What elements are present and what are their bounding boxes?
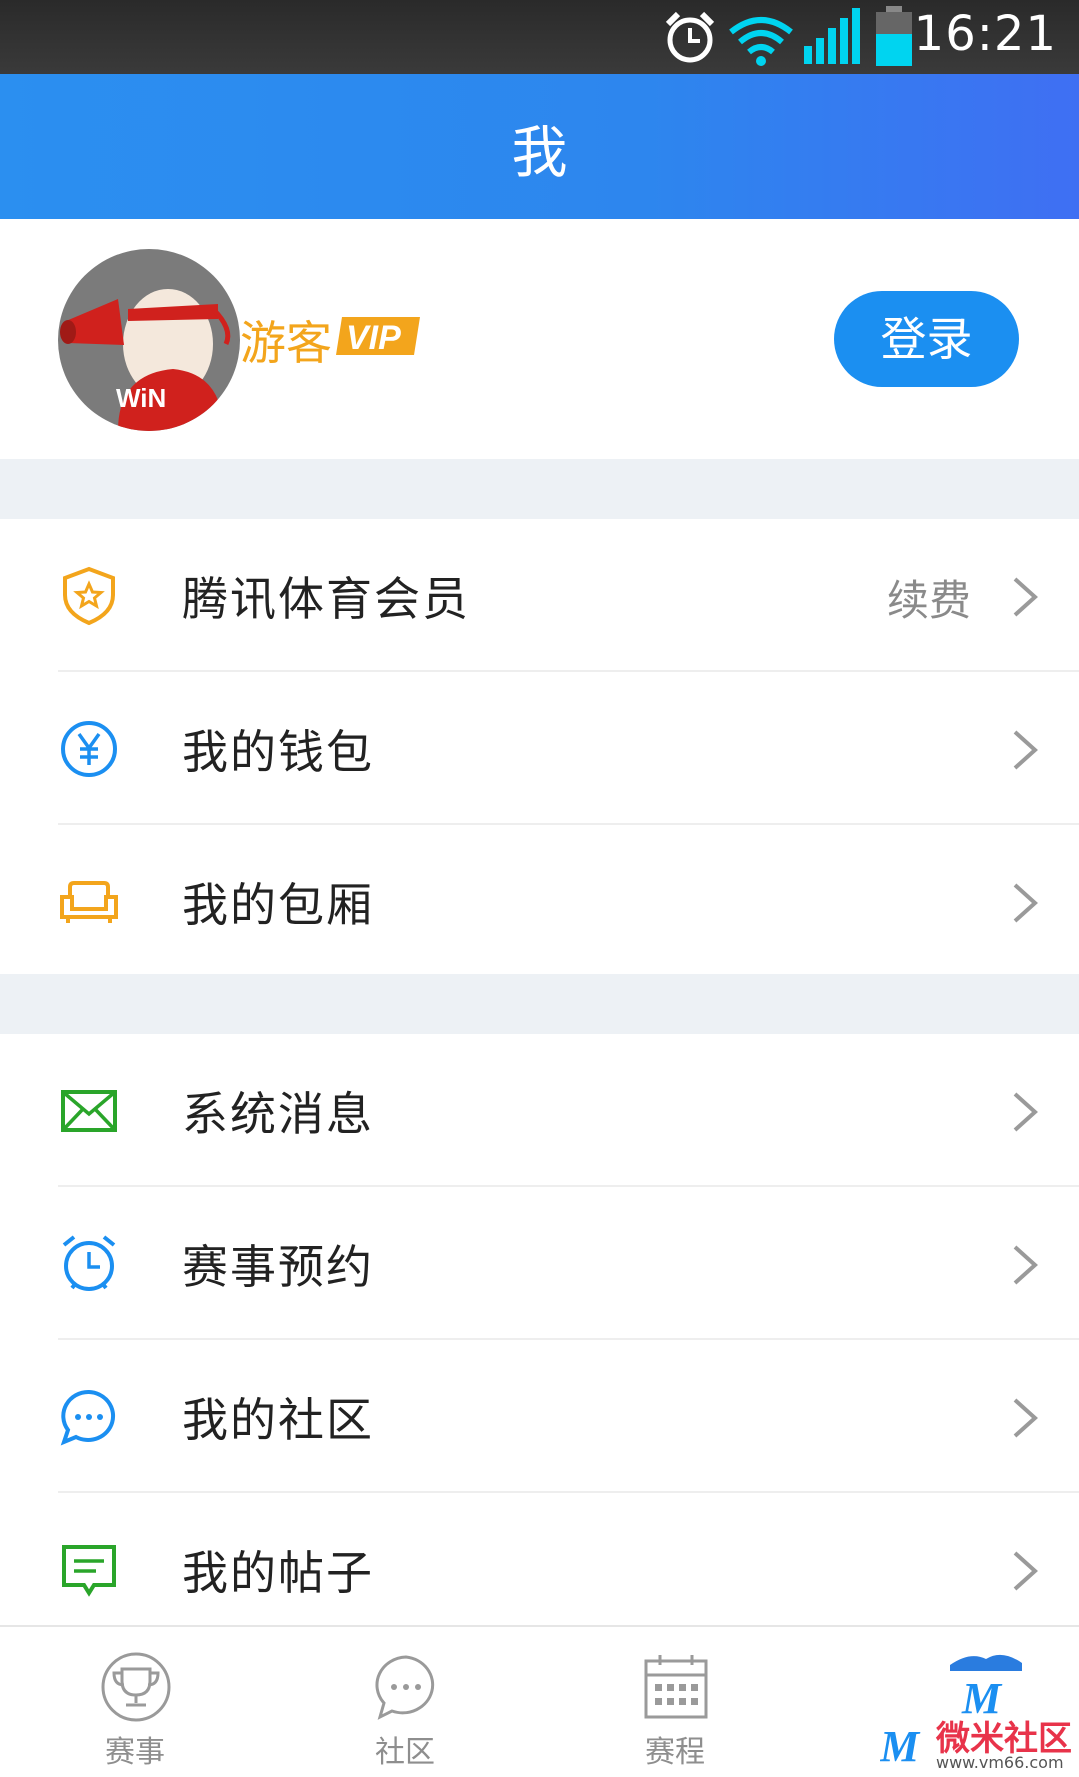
chevron-right-icon [1013,1092,1038,1132]
sofa-icon [60,881,118,923]
page-header: 我 [0,74,1079,219]
tab-label: 赛程 [645,1735,705,1770]
menu-item-system-messages[interactable]: 系统消息 [0,1034,1079,1186]
svg-text:M: M [880,1722,921,1771]
tab-label: 赛事 [105,1735,165,1770]
battery-icon [876,6,912,66]
mail-icon [61,1090,117,1132]
profile-card[interactable]: WiN 游客 VIP 登录 [0,219,1079,459]
menu-item-label: 我的钱包 [182,725,374,779]
login-button[interactable]: 登录 [834,291,1019,387]
page-title: 我 [511,121,568,186]
menu-item-match-reservation[interactable]: 赛事预约 [0,1187,1079,1339]
menu-section-1: 腾讯体育会员 续费 我的钱包 我的包厢 [0,519,1079,974]
menu-item-box-seat[interactable]: 我的包厢 [0,825,1079,977]
shield-star-icon [63,566,115,626]
menu-item-my-posts[interactable]: 我的帖子 [0,1493,1079,1645]
alarm-icon [665,11,715,63]
bottom-tab-bar: 赛事 社区 赛程 M M 微米社区 www.vm66.com [0,1625,1079,1777]
chevron-right-icon [1013,577,1038,617]
chat-icon [375,1655,435,1720]
menu-item-label: 我的社区 [182,1393,374,1447]
renew-label[interactable]: 续费 [887,567,971,628]
menu-item-tencent-vip[interactable]: 腾讯体育会员 续费 [0,519,1079,671]
alarm-clock-icon [62,1235,116,1291]
watermark-url: www.vm66.com [936,1753,1064,1772]
wifi-icon [729,17,793,66]
tab-schedule[interactable]: 赛程 [540,1627,810,1777]
chevron-right-icon [1013,883,1038,923]
tab-matches[interactable]: 赛事 [0,1627,270,1777]
trophy-icon [101,1652,171,1722]
watermark-logo-icon: M [880,1722,921,1771]
status-bar: 16:21 [0,0,1079,74]
chevron-right-icon [1013,1398,1038,1438]
avatar-text: WiN [116,383,166,413]
chevron-right-icon [1013,1245,1038,1285]
tab-label: 社区 [375,1735,435,1770]
menu-item-wallet[interactable]: 我的钱包 [0,672,1079,824]
menu-item-label: 我的帖子 [182,1546,374,1600]
vip-badge-icon: VIP [336,317,420,357]
menu-item-label: 腾讯体育会员 [182,572,470,626]
calendar-icon [644,1655,708,1719]
tab-community[interactable]: 社区 [270,1627,540,1777]
menu-section-2: 系统消息 赛事预约 我的社区 我的帖子 [0,1034,1079,1625]
section-gap [0,974,1079,1034]
watermark: M 微米社区 www.vm66.com [880,1711,1079,1777]
section-gap [0,459,1079,519]
signal-icon [804,8,860,64]
vip-text: VIP [346,319,401,357]
message-lines-icon [62,1545,116,1597]
menu-item-label: 我的包厢 [182,878,374,932]
menu-item-label: 赛事预约 [182,1240,374,1294]
chat-bubble-icon [60,1389,116,1446]
yuan-icon [61,721,117,777]
chevron-right-icon [1013,1551,1038,1591]
status-time: 16:21 [913,6,1057,62]
menu-item-my-community[interactable]: 我的社区 [0,1340,1079,1492]
menu-item-label: 系统消息 [182,1087,374,1141]
mascot-avatar-icon: WiN [60,289,231,431]
chevron-right-icon [1013,730,1038,770]
username: 游客 [240,316,332,370]
avatar[interactable]: WiN [58,249,240,431]
